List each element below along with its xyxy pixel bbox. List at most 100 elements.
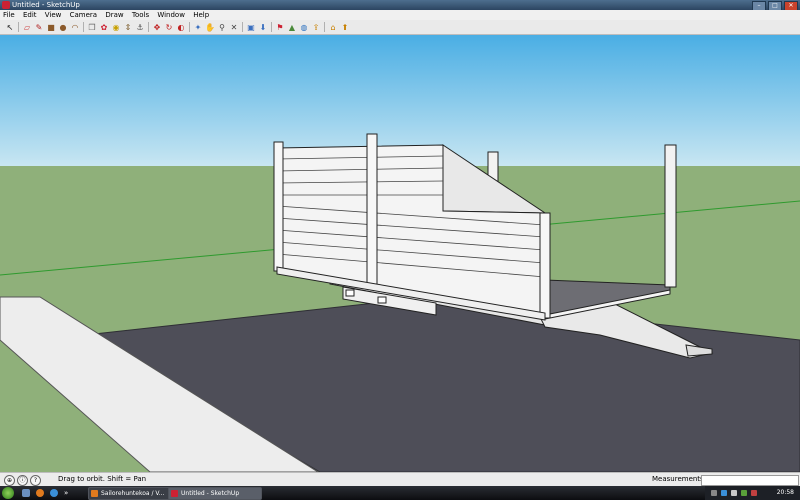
get-models-warehouse-icon: ⌂ bbox=[330, 22, 336, 32]
status-bar: ⊕ ⓘ ? Drag to orbit. Shift = Pan Measure… bbox=[0, 472, 800, 486]
make-component-icon: ❒ bbox=[88, 22, 96, 32]
task-sketchup[interactable]: Untitled - SketchUp bbox=[168, 487, 262, 500]
zoom-extents-icon: ✕ bbox=[230, 22, 238, 32]
rectangle-icon: ■ bbox=[47, 22, 55, 32]
get-models-warehouse-tool[interactable]: ⌂ bbox=[328, 22, 339, 33]
rectangle-tool[interactable]: ■ bbox=[46, 22, 57, 33]
orbit-icon: ✦ bbox=[194, 22, 202, 32]
offset-icon: ◐ bbox=[177, 22, 185, 32]
credits-icon[interactable]: ⓘ bbox=[17, 475, 28, 486]
menu-file[interactable]: File bbox=[0, 10, 18, 20]
circle-tool[interactable]: ● bbox=[58, 22, 69, 33]
arc-tool[interactable]: ◠ bbox=[70, 22, 81, 33]
share-component-tool[interactable]: ⬆ bbox=[340, 22, 351, 33]
menu-draw[interactable]: Draw bbox=[102, 10, 126, 20]
zoom-extents-tool[interactable]: ✕ bbox=[229, 22, 240, 33]
trailer-stake-front-right bbox=[539, 212, 551, 319]
orbit-tool[interactable]: ✦ bbox=[193, 22, 204, 33]
select-tool[interactable]: ↖ bbox=[5, 22, 16, 33]
make-component-tool[interactable]: ❒ bbox=[87, 22, 98, 33]
get-photo-texture-icon: ▣ bbox=[247, 22, 255, 32]
trailer-stake-rear bbox=[664, 144, 677, 288]
offset-tool[interactable]: ◐ bbox=[176, 22, 187, 33]
follow-me-icon: ⚓ bbox=[136, 22, 144, 32]
start-button[interactable] bbox=[2, 487, 14, 499]
sketchup-app-icon[interactable] bbox=[2, 1, 10, 9]
circle-icon: ● bbox=[59, 22, 67, 32]
clock[interactable]: 20:58 bbox=[777, 486, 794, 500]
move-icon: ✥ bbox=[153, 22, 161, 32]
os-taskbar: » Sailorehuntekoa / V... Untitled - Sket… bbox=[0, 486, 800, 500]
measurements-input[interactable] bbox=[701, 475, 799, 486]
toolbar-separator bbox=[83, 22, 84, 32]
firefox-icon[interactable] bbox=[36, 489, 44, 497]
preview-in-google-earth-tool[interactable]: ◍ bbox=[299, 22, 310, 33]
menu-edit[interactable]: Edit bbox=[20, 10, 40, 20]
toolbar-separator bbox=[242, 22, 243, 32]
menu-bar: File Edit View Camera Draw Tools Window … bbox=[0, 10, 800, 20]
zoom-tool[interactable]: ⚲ bbox=[217, 22, 228, 33]
tray-icon[interactable] bbox=[741, 490, 747, 496]
add-location-tool[interactable]: ⚑ bbox=[275, 22, 286, 33]
share-model-icon: ⇪ bbox=[312, 22, 320, 32]
window-controls: – □ ✕ bbox=[752, 0, 798, 11]
share-component-icon: ⬆ bbox=[341, 22, 349, 32]
get-models-tool[interactable]: ⬇ bbox=[258, 22, 269, 33]
pencil-line-tool[interactable]: ✎ bbox=[34, 22, 45, 33]
trailer-wheel-hub bbox=[345, 289, 355, 297]
get-photo-texture-tool[interactable]: ▣ bbox=[246, 22, 257, 33]
add-location-icon: ⚑ bbox=[276, 22, 284, 32]
trailer-wheel-hub bbox=[377, 296, 387, 304]
paint-bucket-tool[interactable]: ✿ bbox=[99, 22, 110, 33]
toggle-terrain-icon: ▲ bbox=[288, 22, 296, 32]
pan-icon: ✋ bbox=[205, 22, 215, 32]
show-desktop-icon[interactable] bbox=[22, 489, 30, 497]
paint-bucket-icon: ✿ bbox=[100, 22, 108, 32]
follow-me-tool[interactable]: ⚓ bbox=[135, 22, 146, 33]
geolocation-icon[interactable]: ⊕ bbox=[4, 475, 15, 486]
task-browser-label: Sailorehuntekoa / V... bbox=[101, 490, 165, 497]
get-models-icon: ⬇ bbox=[259, 22, 267, 32]
volume-icon[interactable] bbox=[731, 490, 737, 496]
menu-help[interactable]: Help bbox=[190, 10, 212, 20]
zoom-icon: ⚲ bbox=[219, 22, 225, 32]
overflow-chevron-icon[interactable]: » bbox=[64, 489, 70, 497]
rotate-tool[interactable]: ↻ bbox=[164, 22, 175, 33]
measurements-label: Measurements bbox=[652, 475, 704, 483]
move-tool[interactable]: ✥ bbox=[152, 22, 163, 33]
sketchup-app-icon bbox=[171, 490, 178, 497]
menu-view[interactable]: View bbox=[42, 10, 65, 20]
toolbar-separator bbox=[18, 22, 19, 32]
status-hint: Drag to orbit. Shift = Pan bbox=[58, 475, 147, 483]
preview-in-google-earth-icon: ◍ bbox=[300, 22, 308, 32]
help-icon[interactable]: ? bbox=[30, 475, 41, 486]
task-browser[interactable]: Sailorehuntekoa / V... bbox=[88, 487, 174, 500]
title-bar: Untitled - SketchUp – □ ✕ bbox=[0, 0, 800, 11]
toolbar-separator bbox=[148, 22, 149, 32]
pan-tool[interactable]: ✋ bbox=[205, 22, 216, 33]
tape-measure-tool[interactable]: ◉ bbox=[111, 22, 122, 33]
media-player-icon[interactable] bbox=[50, 489, 58, 497]
menu-camera[interactable]: Camera bbox=[67, 10, 100, 20]
menu-window[interactable]: Window bbox=[154, 10, 188, 20]
push-pull-icon: ⇕ bbox=[124, 22, 132, 32]
network-icon[interactable] bbox=[721, 490, 727, 496]
tray-icon[interactable] bbox=[751, 490, 757, 496]
firefox-icon bbox=[91, 490, 98, 497]
eraser-tool[interactable]: ▱ bbox=[22, 22, 33, 33]
rotate-icon: ↻ bbox=[165, 22, 173, 32]
task-sketchup-label: Untitled - SketchUp bbox=[181, 490, 240, 497]
menu-tools[interactable]: Tools bbox=[129, 10, 152, 20]
toggle-terrain-tool[interactable]: ▲ bbox=[287, 22, 298, 33]
push-pull-tool[interactable]: ⇕ bbox=[123, 22, 134, 33]
toolbar-separator bbox=[189, 22, 190, 32]
share-model-tool[interactable]: ⇪ bbox=[311, 22, 322, 33]
trailer-stake-front-left bbox=[273, 141, 284, 272]
trailer-stake-front-mid bbox=[366, 133, 378, 286]
scene-canvas[interactable] bbox=[0, 35, 800, 472]
window-title: Untitled - SketchUp bbox=[12, 1, 80, 9]
model-viewport[interactable] bbox=[0, 35, 800, 472]
tray-icon[interactable] bbox=[711, 490, 717, 496]
tape-measure-icon: ◉ bbox=[112, 22, 120, 32]
arc-icon: ◠ bbox=[71, 22, 79, 32]
